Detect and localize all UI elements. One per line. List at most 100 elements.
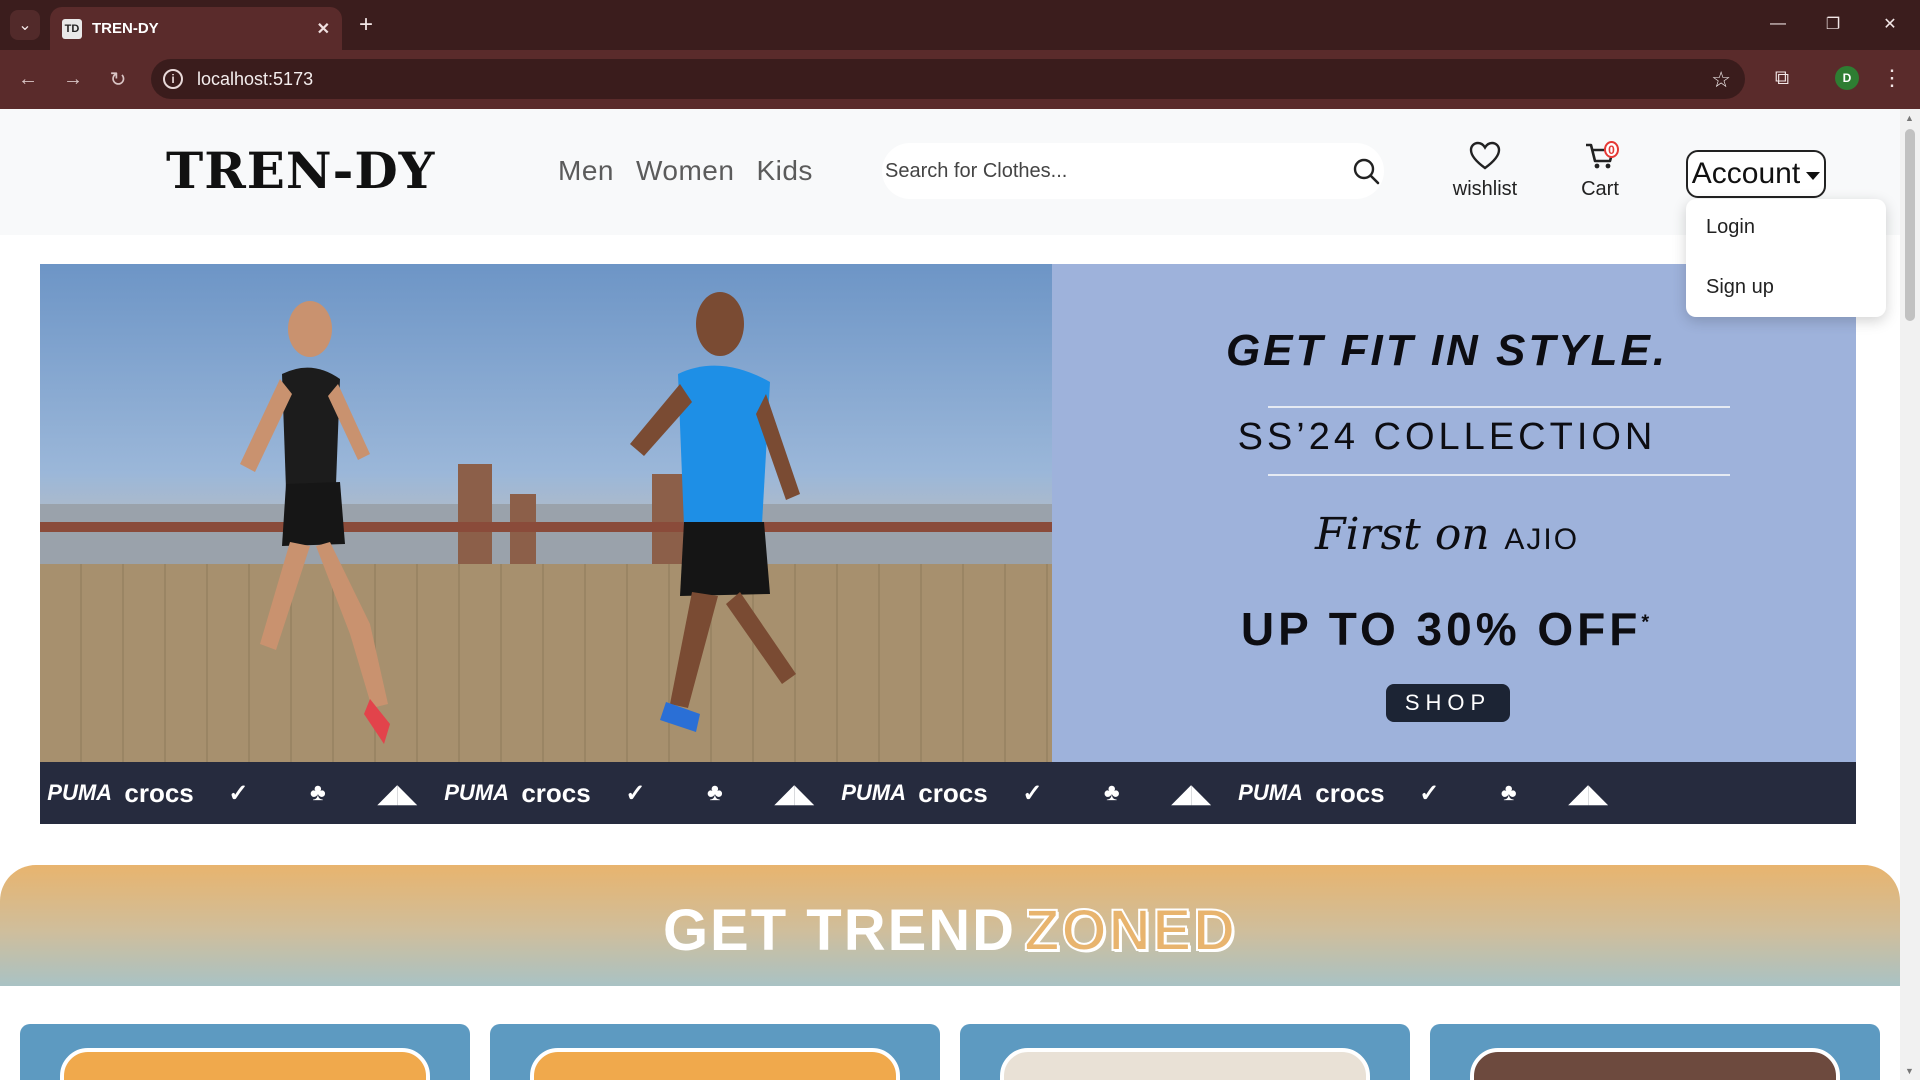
- shop-button[interactable]: SHOP: [1386, 684, 1510, 722]
- first-on-script: First on: [1314, 509, 1490, 560]
- adidas-trefoil-icon: ♣: [1103, 779, 1120, 806]
- card-image: [1000, 1048, 1370, 1080]
- nike-swoosh-icon: ✓: [1022, 779, 1043, 807]
- extensions-icon[interactable]: ⧉: [1767, 63, 1797, 93]
- back-icon[interactable]: ←: [13, 64, 43, 94]
- brand-logo-strip: PUMA crocs ✓ ♣ ◢◣ PUMA crocs ✓ ♣ ◢◣ PUMA…: [40, 762, 1856, 824]
- adidas-stripes-icon: ◢◣: [377, 777, 418, 808]
- trend-title-main: GET TREND: [662, 898, 1017, 963]
- account-menu: Login Sign up: [1686, 199, 1886, 317]
- url-text: localhost:5173: [197, 68, 314, 89]
- wishlist-button[interactable]: wishlist: [1445, 141, 1525, 201]
- promo-panel: GET FIT IN STYLE. SS’24 COLLECTION First…: [1052, 264, 1856, 762]
- adidas-stripes-icon: ◢◣: [1171, 777, 1212, 808]
- restore-icon[interactable]: ❐: [1815, 8, 1851, 40]
- crocs-logo: crocs: [1315, 777, 1385, 808]
- adidas-trefoil-icon: ♣: [1500, 779, 1517, 806]
- nike-swoosh-icon: ✓: [228, 779, 249, 807]
- hero-banner[interactable]: GET FIT IN STYLE. SS’24 COLLECTION First…: [40, 264, 1856, 824]
- card-image: [530, 1048, 900, 1080]
- site-logo[interactable]: TREN-DY: [166, 145, 435, 197]
- tab-list-icon[interactable]: ⌄: [10, 10, 40, 40]
- promo-headline: GET FIT IN STYLE.: [1225, 326, 1669, 375]
- adidas-stripes-icon: ◢◣: [774, 777, 815, 808]
- profile-avatar[interactable]: D: [1835, 66, 1859, 90]
- puma-logo: PUMA: [444, 780, 510, 805]
- adidas-stripes-icon: ◢◣: [1568, 777, 1609, 808]
- main-nav: Men Women Kids: [558, 155, 813, 187]
- category-card[interactable]: [490, 1024, 940, 1080]
- divider: [1268, 406, 1730, 408]
- scroll-up-icon[interactable]: ▲: [1905, 113, 1914, 123]
- promo-collection: SS’24 COLLECTION: [1237, 416, 1657, 458]
- scroll-down-icon[interactable]: ▼: [1905, 1066, 1914, 1076]
- chimney: [510, 494, 536, 574]
- crocs-logo: crocs: [521, 777, 591, 808]
- site-favicon-icon: TD: [62, 18, 82, 39]
- nav-link-men[interactable]: Men: [558, 155, 614, 187]
- star-icon[interactable]: ☆: [1711, 67, 1731, 93]
- trend-title: GET TREND ZONED: [0, 897, 1900, 964]
- nike-swoosh-icon: ✓: [1419, 779, 1440, 807]
- cart-count-badge: 0: [1604, 141, 1619, 158]
- browser-toolbar: ← → ↻ i localhost:5173 ☆: [0, 50, 1920, 109]
- more-icon[interactable]: ⋮: [1880, 63, 1904, 93]
- runner-man-figure: [630, 292, 800, 732]
- scrollbar-thumb[interactable]: [1905, 129, 1915, 321]
- browser-tab[interactable]: TD TREN-DY ✕: [50, 7, 342, 50]
- cart-button[interactable]: Cart: [1570, 141, 1630, 201]
- tab-title: TREN-DY: [92, 20, 159, 37]
- first-on-brand: AJIO: [1504, 523, 1580, 556]
- close-icon[interactable]: ✕: [317, 19, 330, 39]
- window-close-icon[interactable]: ✕: [1872, 8, 1908, 40]
- card-image: [60, 1048, 430, 1080]
- page-content: TREN-DY Men Women Kids wishlist: [0, 109, 1900, 1080]
- category-card[interactable]: [20, 1024, 470, 1080]
- stone-wall: [40, 564, 1052, 762]
- page-scrollbar[interactable]: ▲ ▼: [1900, 109, 1920, 1080]
- runner-woman-figure: [240, 301, 390, 744]
- crocs-logo: crocs: [918, 777, 988, 808]
- offer-mark: *: [1641, 611, 1654, 634]
- account-label: Account: [1691, 157, 1801, 190]
- nav-link-kids[interactable]: Kids: [756, 155, 812, 187]
- puma-logo: PUMA: [1238, 780, 1303, 805]
- card-image: [1470, 1048, 1840, 1080]
- search-input[interactable]: [882, 143, 1322, 199]
- cart-label: Cart: [1581, 178, 1619, 200]
- search-box: [882, 143, 1384, 199]
- heart-icon: [1469, 141, 1501, 170]
- promo-offer: UP TO 30% OFF*: [1052, 602, 1842, 656]
- category-card[interactable]: [1430, 1024, 1880, 1080]
- railing: [40, 522, 1052, 532]
- adidas-trefoil-icon: ♣: [309, 779, 326, 806]
- puma-logo: PUMA: [47, 780, 113, 805]
- chimney: [458, 464, 492, 574]
- address-bar[interactable]: i localhost:5173 ☆: [151, 59, 1745, 99]
- site-header: TREN-DY Men Women Kids wishlist: [0, 109, 1900, 235]
- browser-tab-bar: ⌄ TD TREN-DY ✕ + — ❐ ✕: [0, 0, 1920, 50]
- trend-section: GET TREND ZONED: [0, 865, 1900, 986]
- minimize-icon[interactable]: —: [1760, 8, 1796, 40]
- offer-text: UP TO 30% OFF: [1240, 603, 1642, 655]
- account-dropdown-button[interactable]: Account: [1686, 150, 1826, 198]
- forward-icon[interactable]: →: [58, 64, 88, 94]
- runners-photo: [40, 264, 1052, 762]
- reload-icon[interactable]: ↻: [103, 64, 133, 94]
- info-icon[interactable]: i: [163, 69, 183, 89]
- divider: [1268, 474, 1730, 476]
- crocs-logo: crocs: [124, 777, 194, 808]
- wishlist-label: wishlist: [1452, 178, 1518, 200]
- nav-link-women[interactable]: Women: [636, 155, 734, 187]
- category-card[interactable]: [960, 1024, 1410, 1080]
- new-tab-icon[interactable]: +: [352, 11, 380, 39]
- menu-item-signup[interactable]: Sign up: [1706, 276, 1774, 299]
- trend-title-accent: ZONED: [1023, 897, 1238, 964]
- menu-item-login[interactable]: Login: [1706, 216, 1755, 239]
- puma-logo: PUMA: [841, 780, 906, 805]
- search-icon[interactable]: [1352, 157, 1380, 185]
- adidas-trefoil-icon: ♣: [706, 779, 723, 806]
- promo-first-on: First on AJIO: [1052, 509, 1842, 560]
- caret-down-icon: [1806, 172, 1821, 180]
- nike-swoosh-icon: ✓: [625, 779, 646, 807]
